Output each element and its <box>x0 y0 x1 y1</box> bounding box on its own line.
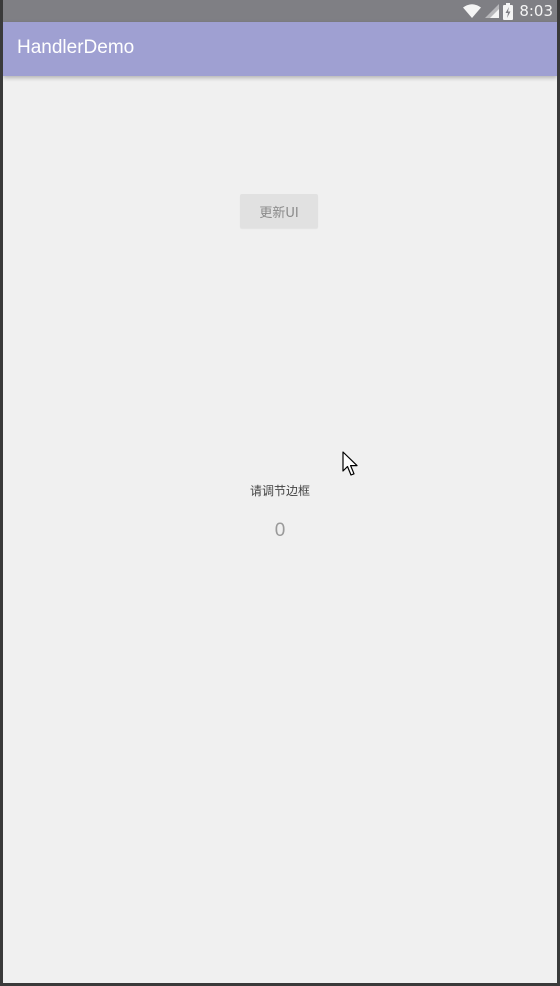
mouse-pointer-icon <box>342 451 360 481</box>
cellular-signal-icon <box>485 4 500 18</box>
app-bar: HandlerDemo <box>3 22 557 76</box>
border-value-text: 0 <box>274 520 286 541</box>
battery-charging-icon <box>503 2 514 20</box>
wifi-icon <box>463 4 482 18</box>
app-title: HandlerDemo <box>17 37 135 58</box>
status-clock: 8:03 <box>519 2 553 20</box>
update-ui-button[interactable]: 更新UI <box>240 194 318 228</box>
adjust-border-label: 请调节边框 <box>249 484 310 498</box>
status-bar: 8:03 <box>3 0 557 22</box>
status-icons: 8:03 <box>463 0 553 22</box>
app-window: 8:03 HandlerDemo 更新UI 请调节边框 0 <box>0 0 560 986</box>
